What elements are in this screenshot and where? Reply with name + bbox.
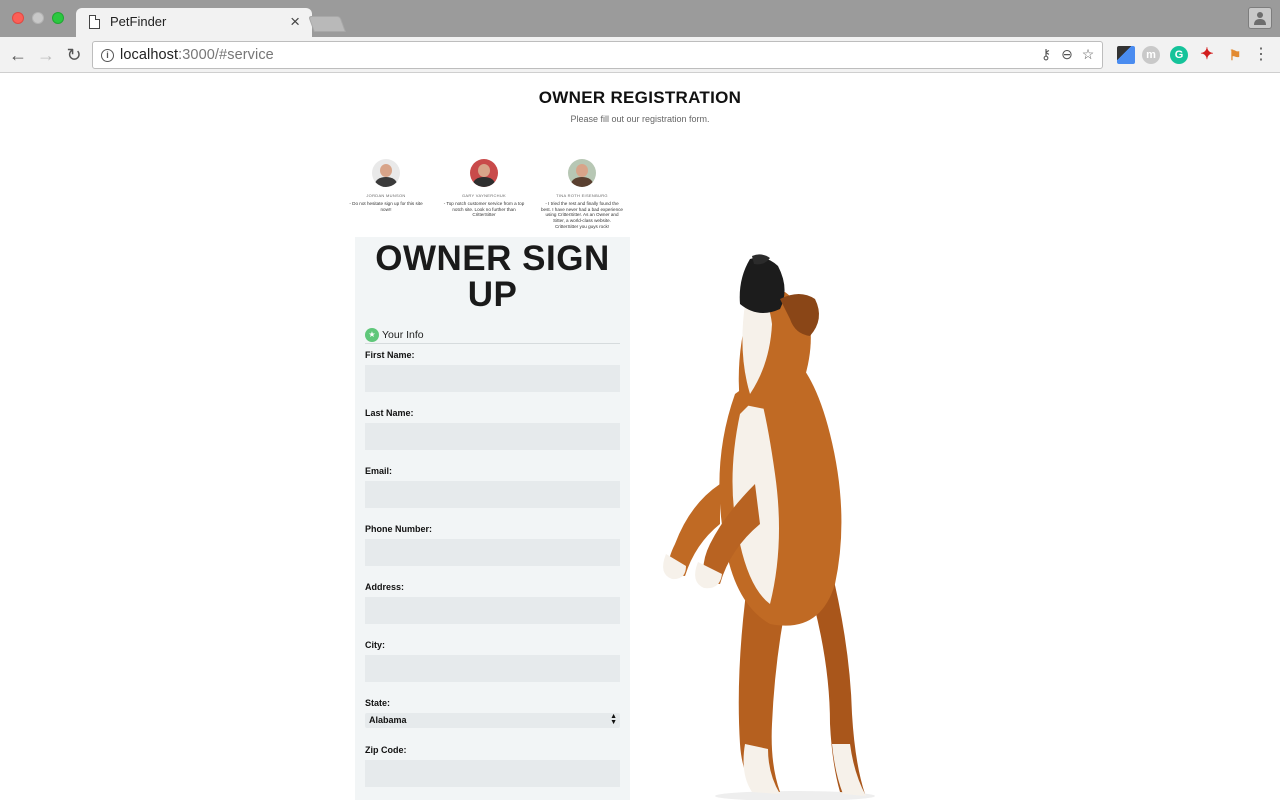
avatar: [568, 159, 596, 187]
state-select[interactable]: Alabama ▲ ▼: [365, 713, 620, 728]
address-label: Address:: [365, 582, 405, 592]
orange-extension-icon[interactable]: ⚑: [1226, 46, 1244, 64]
city-label: City:: [365, 640, 385, 650]
city-field[interactable]: [365, 655, 620, 682]
url-path: :3000/#service: [178, 47, 274, 63]
page-title: OWNER REGISTRATION: [538, 88, 742, 107]
address-field[interactable]: [365, 597, 620, 624]
testimonial-quote: - Top notch customer service from a top …: [443, 201, 525, 218]
reload-icon[interactable]: ↻: [64, 45, 84, 65]
testimonial-name: GARY VAYNERCHUK: [462, 193, 506, 198]
state-selected-value: Alabama: [369, 715, 407, 725]
document-icon: [89, 15, 100, 29]
testimonial: GARY VAYNERCHUK - Top notch customer ser…: [443, 159, 525, 218]
first-name-field[interactable]: [365, 365, 620, 392]
forward-arrow-icon[interactable]: →: [36, 45, 56, 65]
section-label: Your Info: [382, 329, 424, 341]
page-subtitle: Please fill out our registration form.: [570, 114, 710, 124]
person-icon: [1254, 12, 1266, 25]
section-your-info: ★ Your Info: [365, 327, 620, 344]
testimonial: TINA ROTH EISENBURG - I tried the rest a…: [541, 159, 623, 230]
select-arrows-icon: ▲ ▼: [610, 713, 617, 726]
browser-toolbar: ← → ↻ i localhost:3000/#service ⚷ ⊖ ☆ m …: [0, 37, 1280, 73]
star-icon: ★: [365, 328, 379, 342]
key-icon[interactable]: ⚷: [1038, 46, 1054, 63]
tab-title: PetFinder: [110, 14, 167, 29]
red-extension-icon[interactable]: ✦: [1198, 46, 1216, 64]
email-label: Email:: [365, 466, 393, 476]
address-bar[interactable]: i localhost:3000/#service ⚷ ⊖ ☆: [92, 41, 1103, 69]
first-name-label: First Name:: [365, 350, 415, 360]
back-arrow-icon[interactable]: ←: [8, 45, 28, 65]
avatar: [470, 159, 498, 187]
grammarly-extension-icon[interactable]: G: [1170, 46, 1188, 64]
phone-label: Phone Number:: [365, 524, 433, 534]
url-text[interactable]: localhost:3000/#service: [120, 47, 274, 63]
window-zoom-button[interactable]: [52, 12, 64, 24]
owner-signup-form: OWNER SIGN UP ★ Your Info First Name: La…: [355, 237, 630, 800]
chrome-menu-icon[interactable]: ⋮: [1253, 45, 1269, 65]
page-content: OWNER REGISTRATION Please fill out our r…: [0, 74, 1280, 800]
boxer-dog-image: [663, 254, 875, 800]
avatar: [372, 159, 400, 187]
window-minimize-button[interactable]: [32, 12, 44, 24]
profile-button[interactable]: [1248, 7, 1272, 29]
bookmark-star-icon[interactable]: ☆: [1080, 46, 1096, 63]
testimonial-quote: - Do not hesitate sign up for this site …: [349, 201, 423, 212]
testimonial: JORDAN MUNSON - Do not hesitate sign up …: [345, 159, 427, 212]
window-close-button[interactable]: [12, 12, 24, 24]
testimonial-quote: - I tried the rest and finally found the…: [541, 201, 623, 229]
eyedropper-extension-icon[interactable]: [1117, 46, 1135, 64]
info-icon[interactable]: i: [101, 49, 114, 62]
m-extension-icon[interactable]: m: [1142, 46, 1160, 64]
email-field[interactable]: [365, 481, 620, 508]
testimonial-name: TINA ROTH EISENBURG: [556, 193, 608, 198]
state-label: State:: [365, 698, 391, 708]
browser-titlebar: PetFinder ×: [0, 0, 1280, 37]
last-name-label: Last Name:: [365, 408, 414, 418]
zip-field[interactable]: [365, 760, 620, 787]
zoom-icon[interactable]: ⊖: [1059, 46, 1075, 63]
zip-label: Zip Code:: [365, 745, 407, 755]
last-name-field[interactable]: [365, 423, 620, 450]
form-heading: OWNER SIGN UP: [375, 239, 610, 314]
phone-field[interactable]: [365, 539, 620, 566]
browser-tab[interactable]: PetFinder ×: [76, 8, 312, 37]
tab-close-icon[interactable]: ×: [290, 12, 300, 32]
url-host: localhost: [120, 47, 179, 63]
testimonial-name: JORDAN MUNSON: [366, 193, 406, 198]
new-tab-button[interactable]: [308, 16, 346, 32]
